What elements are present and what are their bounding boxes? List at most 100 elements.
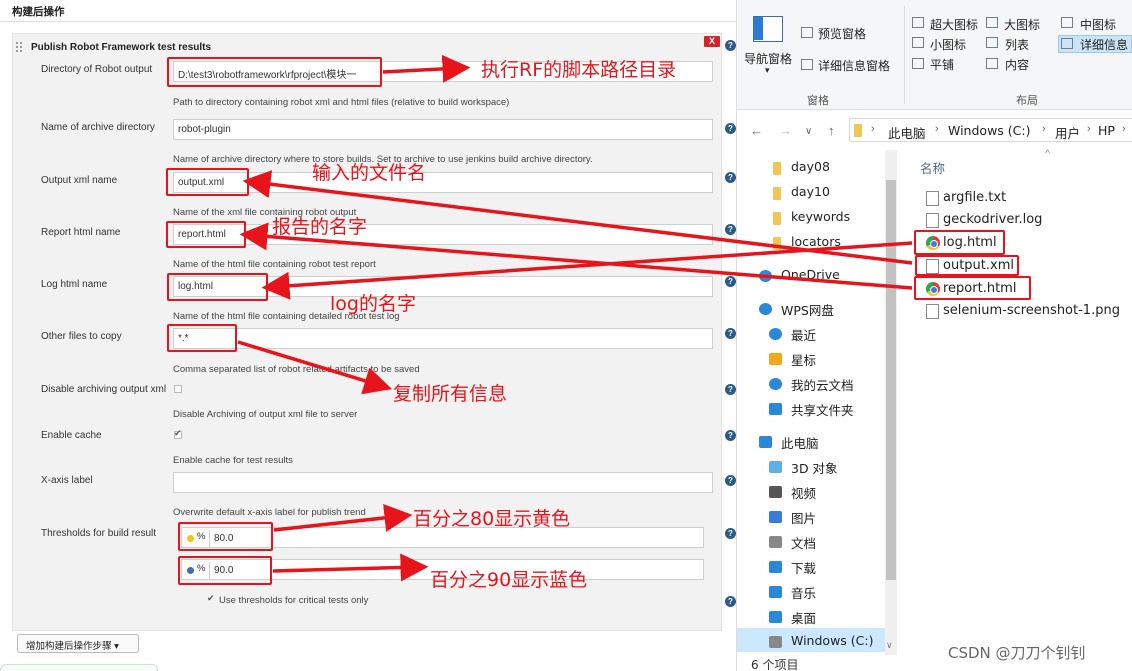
up-arrow-icon[interactable]: ↑	[828, 123, 835, 138]
disable-archiving-checkbox[interactable]	[174, 385, 182, 393]
help-icon[interactable]: ?	[725, 596, 736, 607]
tree-item[interactable]: 桌面	[791, 608, 816, 627]
group-label-panes: 窗格	[807, 94, 829, 107]
recent-locations-chevron-icon[interactable]: ∨	[805, 126, 812, 137]
tree-item[interactable]: 星标	[791, 350, 816, 369]
file-item[interactable]: argfile.txt	[943, 190, 1006, 205]
help-icon[interactable]: ?	[725, 224, 736, 235]
view-details[interactable]: 详细信息	[1080, 36, 1128, 53]
section-header: 构建后操作	[0, 0, 736, 22]
view-content[interactable]: 内容	[1005, 56, 1029, 73]
breadcrumb-hp[interactable]: HP	[1098, 123, 1115, 138]
tree-item[interactable]: WPS网盘	[781, 300, 834, 319]
archive-dir-input[interactable]: robot-plugin	[173, 119, 713, 140]
view-tiles[interactable]: 平铺	[930, 56, 954, 73]
video-icon	[769, 486, 782, 498]
drive-icon	[769, 636, 782, 648]
critical-tests-checkbox[interactable]	[207, 593, 216, 605]
details-pane-button[interactable]: 详细信息窗格	[818, 57, 890, 74]
help-icon[interactable]: ?	[725, 276, 736, 287]
tree-item[interactable]: 文档	[791, 533, 816, 552]
highlight-box	[914, 230, 1005, 255]
content-icon	[986, 58, 998, 69]
enable-cache-checkbox[interactable]	[174, 428, 182, 439]
output-xml-input[interactable]: output.xml	[173, 172, 713, 193]
help-icon[interactable]: ?	[725, 40, 736, 51]
view-list[interactable]: 列表	[1005, 36, 1029, 53]
help-icon[interactable]: ?	[725, 475, 736, 486]
tiles-icon	[912, 58, 924, 69]
help-icon[interactable]: ?	[725, 384, 736, 395]
highlight-box	[167, 57, 382, 87]
delete-step-button[interactable]: X	[704, 36, 720, 47]
tree-item[interactable]: day08	[791, 159, 830, 174]
breadcrumb-this-pc[interactable]: 此电脑	[888, 123, 926, 142]
chevron-down-icon[interactable]: ▾	[765, 66, 770, 76]
tree-item[interactable]: 视频	[791, 483, 816, 502]
robot-output-dir-desc: Path to directory containing robot xml a…	[173, 97, 510, 108]
file-item[interactable]: selenium-screenshot-1.png	[943, 303, 1120, 318]
view-large-icons[interactable]: 大图标	[1004, 16, 1040, 33]
help-icon[interactable]: ?	[725, 123, 736, 134]
back-arrow-icon[interactable]: ←	[750, 123, 763, 138]
tree-item[interactable]: 下载	[791, 558, 816, 577]
view-medium-icons[interactable]: 中图标	[1080, 16, 1116, 33]
drag-handle-icon[interactable]	[16, 42, 26, 52]
tree-item[interactable]: 此电脑	[781, 433, 819, 452]
tree-item[interactable]: 共享文件夹	[791, 400, 854, 419]
tree-item[interactable]: Windows (C:)	[791, 633, 873, 648]
star-icon	[769, 353, 782, 365]
scroll-down-icon[interactable]: ∨	[886, 640, 893, 651]
forward-arrow-icon[interactable]: →	[779, 123, 792, 138]
document-icon	[769, 536, 782, 548]
folder-icon	[773, 212, 781, 225]
annotation-80-yellow: 百分之80显示黄色	[413, 508, 571, 530]
address-bar[interactable]: › 此电脑 › Windows (C:) › 用户 › HP ›	[849, 118, 1132, 142]
tree-scrollbar-thumb[interactable]	[886, 180, 896, 580]
x-axis-label: X-axis label	[41, 475, 93, 486]
preview-pane-icon	[801, 27, 813, 38]
help-icon[interactable]: ?	[725, 328, 736, 339]
report-html-desc: Name of the html file containing robot t…	[173, 259, 376, 270]
archive-dir-label: Name of archive directory	[41, 122, 155, 133]
tree-item[interactable]: day10	[791, 184, 830, 199]
annotation-input-file: 输入的文件名	[312, 162, 427, 184]
other-files-label: Other files to copy	[41, 331, 122, 342]
nav-pane-button[interactable]: 导航窗格	[744, 50, 792, 67]
critical-tests-label: Use thresholds for critical tests only	[219, 595, 369, 606]
annotation-script-path: 执行RF的脚本路径目录	[481, 59, 677, 81]
breadcrumb-drive[interactable]: Windows (C:)	[948, 123, 1030, 138]
other-files-input[interactable]: *.*	[173, 328, 713, 349]
highlight-box	[178, 522, 273, 551]
panel-title: Publish Robot Framework test results	[31, 42, 212, 53]
tree-item[interactable]: 图片	[791, 508, 816, 527]
tree-item[interactable]: 3D 对象	[791, 458, 838, 477]
unstable-threshold-input[interactable]: 80.0	[209, 530, 703, 547]
x-axis-input[interactable]	[173, 472, 713, 493]
help-icon[interactable]: ?	[725, 528, 736, 539]
robot-output-dir-label: Directory of Robot output	[41, 64, 153, 75]
tree-item[interactable]: 我的云文档	[791, 375, 854, 394]
report-html-input[interactable]: report.html	[173, 224, 713, 245]
navigation-pane-icon	[753, 16, 783, 42]
help-icon[interactable]: ?	[725, 172, 736, 183]
thresholds-label: Thresholds for build result	[41, 528, 157, 539]
view-small-icons[interactable]: 小图标	[930, 36, 966, 53]
add-post-build-step-button[interactable]: 增加构建后操作步骤 ▾	[17, 634, 139, 653]
view-extra-large-icons[interactable]: 超大图标	[930, 16, 978, 33]
tree-item[interactable]: 最近	[791, 325, 816, 344]
chevron-right-icon: ›	[1122, 123, 1126, 135]
highlight-box	[178, 556, 272, 585]
tree-item[interactable]: keywords	[791, 209, 850, 224]
help-icon[interactable]: ?	[725, 430, 736, 441]
medium-icons-icon	[1061, 17, 1073, 28]
tree-item[interactable]: locators	[791, 234, 841, 249]
tree-item[interactable]: 音乐	[791, 583, 816, 602]
tree-item[interactable]: OneDrive	[781, 267, 840, 282]
ribbon-divider	[904, 6, 905, 104]
cube-icon	[769, 461, 782, 473]
column-header-name[interactable]: 名称	[920, 158, 945, 177]
file-item[interactable]: geckodriver.log	[943, 212, 1042, 227]
preview-pane-button[interactable]: 预览窗格	[818, 25, 866, 42]
breadcrumb-users[interactable]: 用户	[1055, 123, 1080, 142]
